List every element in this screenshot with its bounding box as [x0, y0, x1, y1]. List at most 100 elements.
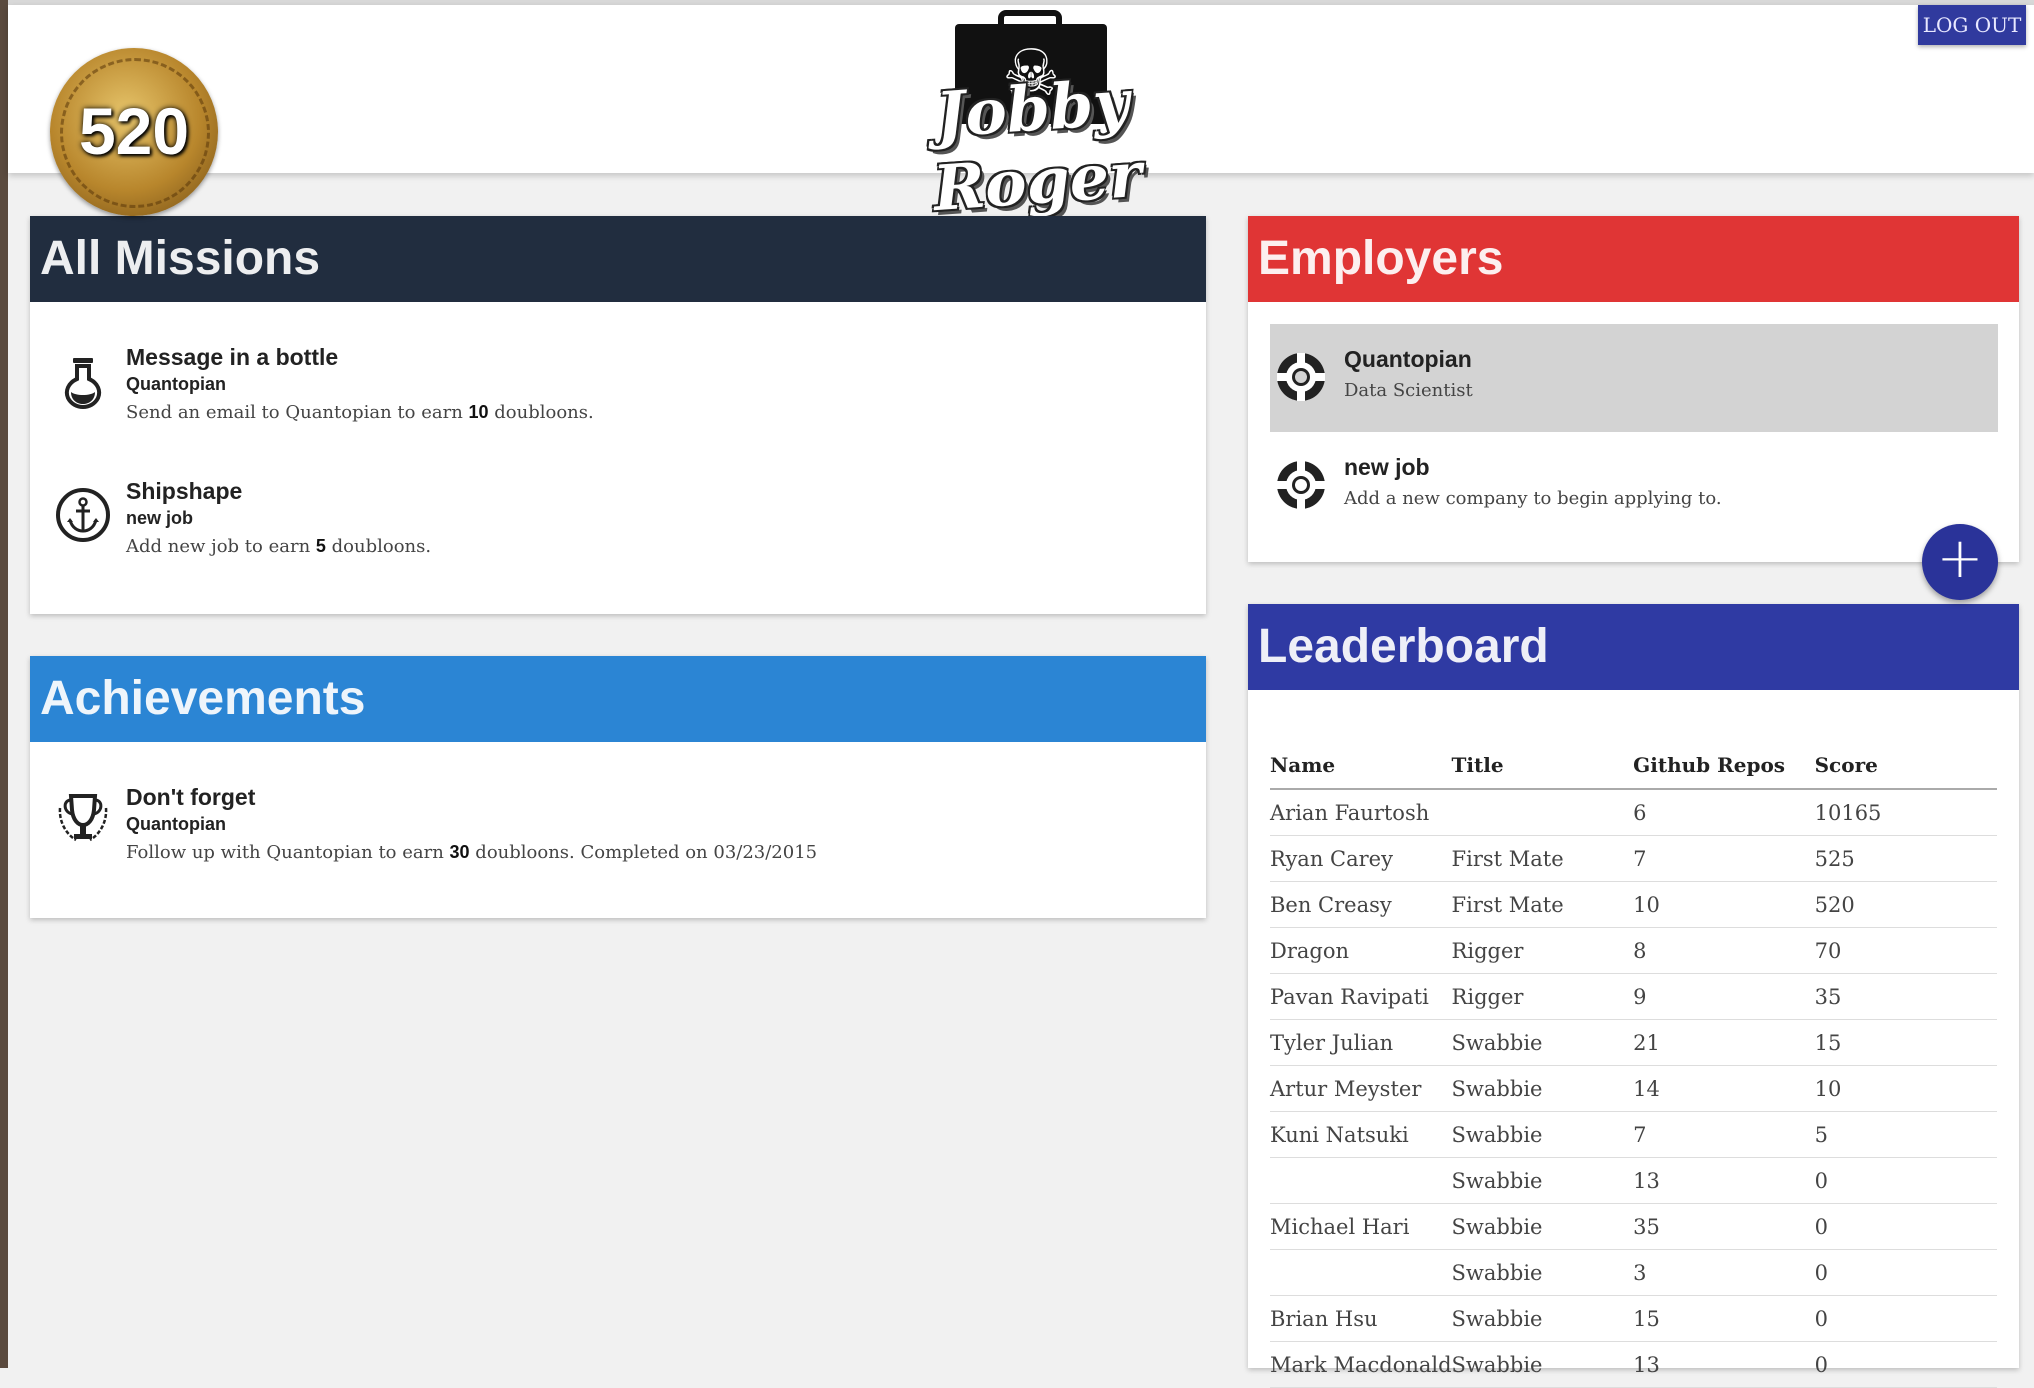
- leaderboard-header-row: Name Title Github Repos Score: [1270, 742, 1997, 790]
- table-row: Pavan Ravipati Rigger 9 35: [1270, 973, 1997, 1020]
- leaderboard-card: Leaderboard Name Title Github Repos Scor…: [1248, 604, 2019, 1388]
- player-score: 15: [1814, 1019, 1997, 1066]
- player-github-repos: 9: [1633, 973, 1815, 1020]
- player-title: [1451, 789, 1634, 836]
- player-title: Swabbie: [1451, 1111, 1634, 1158]
- mission-points: 5: [315, 536, 326, 556]
- player-github-repos: 13: [1633, 1341, 1815, 1388]
- player-title: Swabbie: [1451, 1341, 1634, 1388]
- player-title: Swabbie: [1451, 1019, 1634, 1066]
- achievement-title: Don't forget: [126, 784, 256, 810]
- player-github-repos: 8: [1633, 927, 1815, 974]
- mission-points: 10: [468, 402, 489, 422]
- table-row: Ryan Carey First Mate 7 525: [1270, 835, 1997, 882]
- player-github-repos: 7: [1633, 1111, 1815, 1158]
- player-title: Swabbie: [1451, 1249, 1634, 1296]
- jobby-roger-logo[interactable]: ☠ Jobby Roger: [870, 10, 1200, 225]
- mission-title: Message in a bottle: [126, 344, 339, 370]
- achievements-header: Achievements: [30, 656, 1206, 742]
- employer-role: Data Scientist: [1344, 380, 1473, 401]
- player-name: Arian Faurtosh: [1270, 789, 1452, 836]
- logout-button[interactable]: LOG OUT: [1918, 5, 2026, 45]
- employer-item[interactable]: Quantopian Data Scientist: [1270, 324, 1998, 432]
- player-score: 0: [1814, 1295, 1997, 1342]
- table-row: Kuni Natsuki Swabbie 7 5: [1270, 1111, 1997, 1158]
- mission-description: Add new job to earn 5 doubloons.: [126, 536, 432, 557]
- table-row: Swabbie 3 0: [1270, 1249, 1997, 1296]
- missions-card: All Missions Message in a bottle Quantop…: [30, 216, 1206, 614]
- app-header: ☠ Jobby Roger LOG OUT: [8, 5, 2034, 225]
- logo-text: Jobby Roger: [931, 65, 1145, 226]
- player-title: First Mate: [1451, 881, 1634, 928]
- player-title: First Mate: [1451, 835, 1634, 882]
- achievements-card: Achievements Don't forget Quantopian Fol…: [30, 656, 1206, 918]
- player-name: Kuni Natsuki: [1270, 1111, 1452, 1158]
- player-name: Pavan Ravipati: [1270, 973, 1452, 1020]
- player-name: Artur Meyster: [1270, 1065, 1452, 1112]
- player-title: Rigger: [1451, 973, 1634, 1020]
- mission-title: Shipshape: [126, 478, 243, 504]
- leaderboard-header: Leaderboard: [1248, 604, 2019, 690]
- player-score: 0: [1814, 1157, 1997, 1204]
- achievement-points: 30: [449, 842, 470, 862]
- missions-header: All Missions: [30, 216, 1206, 302]
- player-score: 0: [1814, 1203, 1997, 1250]
- table-row: Mark Macdonald Swabbie 13 0: [1270, 1341, 1997, 1388]
- player-github-repos: 13: [1633, 1157, 1815, 1204]
- mission-description: Send an email to Quantopian to earn 10 d…: [126, 402, 594, 423]
- player-github-repos: 14: [1633, 1065, 1815, 1112]
- player-score: 10: [1814, 1065, 1997, 1112]
- player-score: 35: [1814, 973, 1997, 1020]
- player-github-repos: 21: [1633, 1019, 1815, 1066]
- player-score: 0: [1814, 1341, 1997, 1388]
- mission-item[interactable]: Message in a bottle Quantopian Send an e…: [54, 336, 1174, 446]
- player-name: [1270, 1249, 1452, 1296]
- table-row: Dragon Rigger 8 70: [1270, 927, 1997, 974]
- player-github-repos: 15: [1633, 1295, 1815, 1342]
- player-name: Mark Macdonald: [1270, 1341, 1452, 1388]
- player-name: Michael Hari: [1270, 1203, 1452, 1250]
- employers-card: Employers Quantopian Data Scientist new …: [1248, 216, 2019, 562]
- table-row: Ben Creasy First Mate 10 520: [1270, 881, 1997, 928]
- column-header-score[interactable]: Score: [1814, 742, 1997, 790]
- player-score: 520: [1814, 881, 1997, 928]
- employers-header: Employers: [1248, 216, 2019, 302]
- player-score: 10165: [1814, 789, 1997, 836]
- employer-role: Add a new company to begin applying to.: [1344, 488, 1722, 509]
- employer-item[interactable]: new job Add a new company to begin apply…: [1270, 432, 1998, 540]
- employer-name: Quantopian: [1344, 346, 1472, 372]
- leaderboard-rows: Arian Faurtosh 6 10165 Ryan Carey First Mate…: [1270, 789, 1997, 1388]
- anchor-icon: [56, 488, 110, 542]
- leaderboard-title: Leaderboard: [1258, 620, 1549, 673]
- add-employer-button[interactable]: +: [1922, 524, 1998, 600]
- player-score: 70: [1814, 927, 1997, 974]
- column-header-title[interactable]: Title: [1451, 742, 1634, 790]
- mission-company: Quantopian: [126, 374, 226, 394]
- achievement-company: Quantopian: [126, 814, 226, 834]
- life-ring-icon: [1277, 461, 1325, 509]
- player-score: 525: [1814, 835, 1997, 882]
- player-score: 0: [1814, 1249, 1997, 1296]
- column-header-github-repos[interactable]: Github Repos: [1633, 742, 1815, 790]
- life-ring-icon: [1277, 353, 1325, 401]
- player-github-repos: 3: [1633, 1249, 1815, 1296]
- table-row: Michael Hari Swabbie 35 0: [1270, 1203, 1997, 1250]
- mission-company: new job: [126, 508, 193, 528]
- achievement-item[interactable]: Don't forget Quantopian Follow up with Q…: [54, 776, 1174, 886]
- player-github-repos: 7: [1633, 835, 1815, 882]
- potion-flask-icon: [64, 358, 102, 410]
- column-header-name[interactable]: Name: [1270, 742, 1452, 790]
- player-title: Swabbie: [1451, 1203, 1634, 1250]
- table-row: Brian Hsu Swabbie 15 0: [1270, 1295, 1997, 1342]
- desktop-edge: [0, 0, 8, 1368]
- doubloon-score: 520: [78, 94, 190, 168]
- player-github-repos: 35: [1633, 1203, 1815, 1250]
- player-score: 5: [1814, 1111, 1997, 1158]
- leaderboard-table: Name Title Github Repos Score Arian Faur…: [1270, 742, 1997, 1388]
- missions-title: All Missions: [40, 232, 321, 285]
- doubloon-score-coin: 520: [50, 48, 218, 216]
- achievements-title: Achievements: [40, 672, 366, 725]
- trophy-icon: [58, 794, 108, 842]
- mission-item[interactable]: Shipshape new job Add new job to earn 5 …: [54, 470, 1174, 580]
- player-name: Ryan Carey: [1270, 835, 1452, 882]
